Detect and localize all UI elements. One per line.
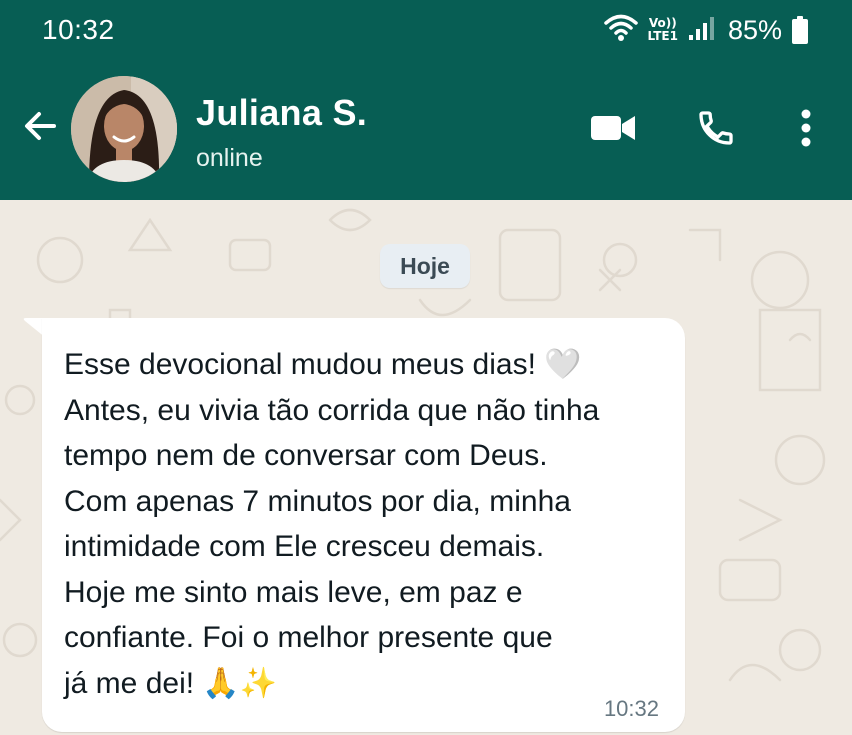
wifi-icon <box>603 14 638 47</box>
message-bubble[interactable]: Esse devocional mudou meus dias! 🤍 Antes… <box>42 318 685 732</box>
contact-info[interactable]: Juliana S. online <box>196 92 367 173</box>
more-options-button[interactable] <box>782 106 830 154</box>
video-call-button[interactable] <box>589 106 637 154</box>
voice-call-button[interactable] <box>692 106 740 154</box>
more-vert-icon <box>800 108 812 153</box>
contact-name: Juliana S. <box>196 92 368 133</box>
chat-area[interactable]: Hoje Esse devocional mudou meus dias! 🤍 … <box>0 200 852 735</box>
back-button[interactable] <box>18 106 62 150</box>
voice-call-icon <box>696 108 736 153</box>
avatar[interactable] <box>71 76 177 182</box>
status-bar: 10:32 Vo)) LTE1 85% <box>0 0 852 62</box>
battery-percent: 85% <box>727 14 782 45</box>
status-icons: Vo)) LTE1 85% <box>603 12 808 48</box>
status-time: 10:32 <box>42 14 115 45</box>
signal-icon <box>688 15 718 46</box>
battery-icon <box>792 16 808 44</box>
arrow-left-icon <box>22 108 58 149</box>
date-chip: Hoje <box>380 244 470 288</box>
message-text: Esse devocional mudou meus dias! 🤍 Antes… <box>64 348 600 700</box>
app-bar: Juliana S. online <box>0 62 852 200</box>
contact-status: online <box>196 144 263 172</box>
volte-indicator: Vo)) LTE1 <box>647 16 678 43</box>
chat-header: 10:32 Vo)) LTE1 85% Juliana S. online <box>0 0 852 200</box>
message-time: 10:32 <box>603 696 659 721</box>
video-call-icon <box>590 113 636 148</box>
